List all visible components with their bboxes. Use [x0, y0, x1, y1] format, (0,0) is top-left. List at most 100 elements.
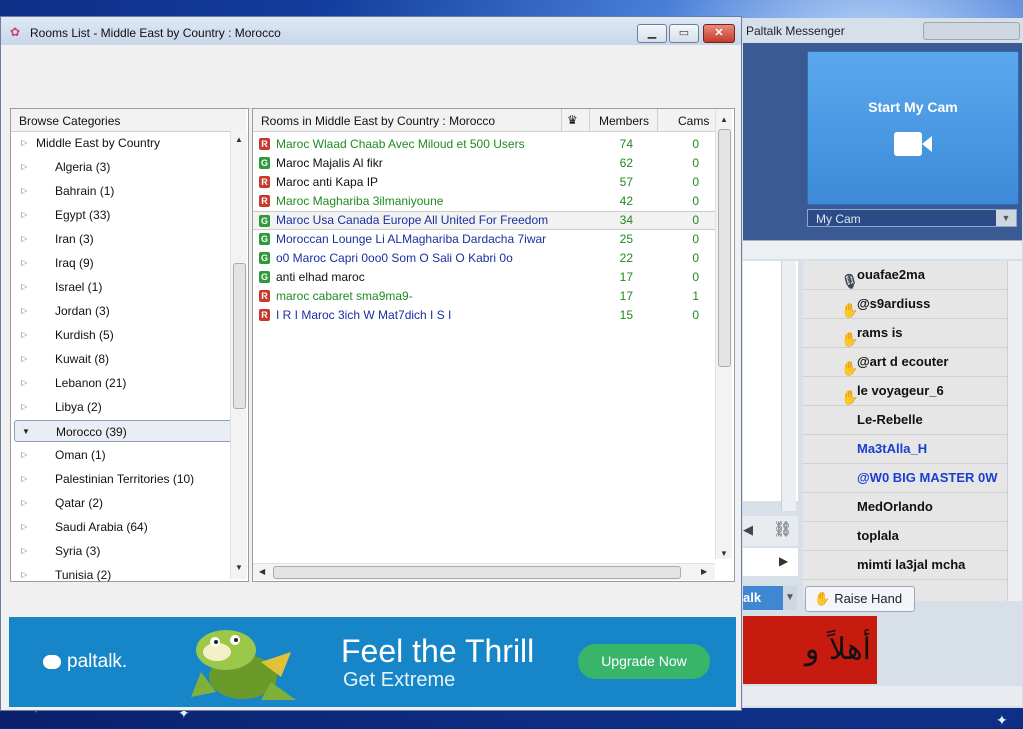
rooms-header-title[interactable]: Rooms in Middle East by Country : Morocc…	[261, 114, 495, 128]
user-name: @s9ardiuss	[857, 296, 931, 311]
category-item[interactable]: ▷ Qatar (2)	[11, 492, 229, 514]
upgrade-now-button[interactable]: Upgrade Now	[578, 644, 710, 679]
maximize-button[interactable]: ▭	[669, 24, 699, 43]
expand-arrow-icon[interactable]: ▷	[21, 396, 27, 418]
category-item[interactable]: ▷ Algeria (3)	[11, 156, 229, 178]
my-cam-select[interactable]: My Cam ▼	[807, 209, 1017, 227]
room-row[interactable]: R I R I Maroc 3ich W Mat7dich I S I 15 0	[253, 306, 715, 325]
user-list-item[interactable]: MedOrlando	[803, 493, 1007, 522]
category-item[interactable]: ▷ Iraq (9)	[11, 252, 229, 274]
expand-arrow-icon[interactable]: ▷	[21, 228, 27, 250]
room-row[interactable]: G Maroc Majalis Al fikr 62 0	[253, 154, 715, 173]
category-item[interactable]: ▷ Egypt (33)	[11, 204, 229, 226]
user-list-item[interactable]: toplala	[803, 522, 1007, 551]
room-cams-count: 0	[692, 194, 699, 208]
user-list-item[interactable]: ✋ rams is	[803, 319, 1007, 348]
column-divider	[561, 109, 562, 131]
expand-arrow-icon[interactable]: ▷	[21, 180, 27, 202]
expand-arrow-icon[interactable]: ▷	[21, 444, 27, 466]
members-column-header[interactable]: Members	[599, 114, 649, 128]
expand-arrow-icon[interactable]: ▷	[21, 492, 27, 514]
expand-arrow-icon[interactable]: ▷	[21, 252, 27, 274]
category-item[interactable]: ▷ Syria (3)	[11, 540, 229, 562]
close-button[interactable]: ✕	[703, 24, 735, 43]
talk-button[interactable]: alk	[743, 586, 783, 610]
user-list-item[interactable]: Le-Rebelle	[803, 406, 1007, 435]
category-root[interactable]: ▷ Middle East by Country	[11, 132, 229, 154]
scroll-down-icon[interactable]: ▼	[235, 563, 243, 572]
expand-arrow-icon[interactable]: ▷	[21, 516, 27, 538]
category-item[interactable]: ▼ Morocco (39)	[14, 420, 232, 442]
chat-scrollbar[interactable]	[781, 261, 796, 511]
user-list-scrollbar[interactable]	[1007, 261, 1022, 601]
category-item[interactable]: ▷ Israel (1)	[11, 276, 229, 298]
scrollbar-thumb[interactable]	[233, 263, 246, 409]
speaker-icon[interactable]: ◀	[743, 522, 753, 538]
expand-arrow-icon[interactable]: ▷	[21, 372, 27, 394]
expand-arrow-icon[interactable]: ▷	[21, 468, 27, 490]
user-list-item[interactable]: mimti la3jal mcha	[803, 551, 1007, 580]
user-list-item[interactable]: 🎙 ouafae2ma	[803, 261, 1007, 290]
scroll-left-icon[interactable]: ◀	[259, 567, 265, 576]
expand-arrow-icon[interactable]: ▷	[21, 564, 27, 586]
room-row[interactable]: G Maroc Usa Canada Europe All United For …	[253, 211, 715, 230]
category-item[interactable]: ▷ Jordan (3)	[11, 300, 229, 322]
room-row[interactable]: R Maroc anti Kapa IP 57 0	[253, 173, 715, 192]
start-cam-button[interactable]: Start My Cam	[807, 51, 1019, 205]
scroll-right-icon[interactable]: ▶	[701, 567, 707, 576]
category-item[interactable]: ▷ Kuwait (8)	[11, 348, 229, 370]
scroll-up-icon[interactable]: ▲	[235, 135, 243, 144]
minimize-button[interactable]: ▁	[637, 24, 667, 43]
raise-hand-button[interactable]: ✋ Raise Hand	[805, 586, 915, 612]
room-row[interactable]: R Maroc Maghariba 3ilmaniyoune 42 0	[253, 192, 715, 211]
category-item[interactable]: ▷ Oman (1)	[11, 444, 229, 466]
room-cams-count: 0	[692, 213, 699, 227]
expand-arrow-icon[interactable]: ▷	[21, 132, 27, 154]
chevron-down-icon[interactable]: ▼	[996, 210, 1016, 226]
expand-arrow-icon[interactable]: ▷	[21, 540, 27, 562]
collapse-arrow-icon[interactable]: ▼	[22, 421, 30, 443]
expand-arrow-icon[interactable]: ▷	[21, 276, 27, 298]
categories-scrollbar[interactable]: ▲ ▼	[230, 131, 247, 579]
category-item[interactable]: ▷ Bahrain (1)	[11, 180, 229, 202]
chevron-down-icon[interactable]: ▼	[783, 586, 797, 610]
messenger-window-buttons[interactable]	[923, 22, 1020, 40]
link-icon[interactable]: ⛓	[773, 520, 792, 538]
advertisement-banner[interactable]: paltalk. Feel the Thrill Get Extreme Upg…	[9, 617, 736, 707]
crown-icon[interactable]: ♛	[567, 113, 578, 127]
room-row[interactable]: R Maroc Wlaad Chaab Avec Miloud et 500 Us…	[253, 135, 715, 154]
scroll-down-icon[interactable]: ▼	[720, 549, 728, 558]
expand-arrow-icon[interactable]: ▷	[21, 324, 27, 346]
scrollbar-thumb[interactable]	[718, 129, 731, 367]
category-item[interactable]: ▷ Lebanon (21)	[11, 372, 229, 394]
user-list-item[interactable]: ✋ @s9ardiuss	[803, 290, 1007, 319]
category-item[interactable]: ▷ Palestinian Territories (10)	[11, 468, 229, 490]
user-list-item[interactable]: Ma3tAlla_H	[803, 435, 1007, 464]
rooms-vertical-scrollbar[interactable]: ▲ ▼	[715, 109, 732, 559]
category-item[interactable]: ▷ Libya (2)	[11, 396, 229, 418]
scroll-up-icon[interactable]: ▲	[720, 115, 728, 124]
user-list-item[interactable]: @W0 BIG MASTER 0W	[803, 464, 1007, 493]
rooms-horizontal-scrollbar[interactable]: ◀ ▶	[253, 563, 715, 580]
expand-arrow-icon[interactable]: ▷	[21, 204, 27, 226]
room-row[interactable]: Rmaroc cabaret sma9ma9- 17 1	[253, 287, 715, 306]
expand-arrow-icon[interactable]: ▷	[21, 348, 27, 370]
cams-column-header[interactable]: Cams	[678, 114, 709, 128]
message-input[interactable]: ▶	[743, 548, 798, 576]
title-bar[interactable]: ✿ Rooms List - Middle East by Country : …	[1, 17, 741, 45]
user-list-item[interactable]: ✋ le voyageur_6	[803, 377, 1007, 406]
scrollbar-thumb[interactable]	[273, 566, 681, 579]
expand-arrow-icon[interactable]: ▷	[21, 156, 27, 178]
category-item[interactable]: ▷ Tunisia (2)	[11, 564, 229, 586]
room-row[interactable]: Ganti elhad maroc 17 0	[253, 268, 715, 287]
user-list-item[interactable]: ✋ @art d ecouter	[803, 348, 1007, 377]
category-item[interactable]: ▷ Saudi Arabia (64)	[11, 516, 229, 538]
room-row[interactable]: Go0 Maroc Capri 0oo0 Som O Sali O Kabri …	[253, 249, 715, 268]
category-item[interactable]: ▷ Iran (3)	[11, 228, 229, 250]
rating-badge: G	[259, 215, 270, 227]
send-arrow-icon[interactable]: ▶	[779, 554, 788, 568]
category-label: Qatar (2)	[55, 496, 104, 510]
room-row[interactable]: G Moroccan Lounge Li ALMaghariba Dardacha…	[253, 230, 715, 249]
category-item[interactable]: ▷ Kurdish (5)	[11, 324, 229, 346]
expand-arrow-icon[interactable]: ▷	[21, 300, 27, 322]
